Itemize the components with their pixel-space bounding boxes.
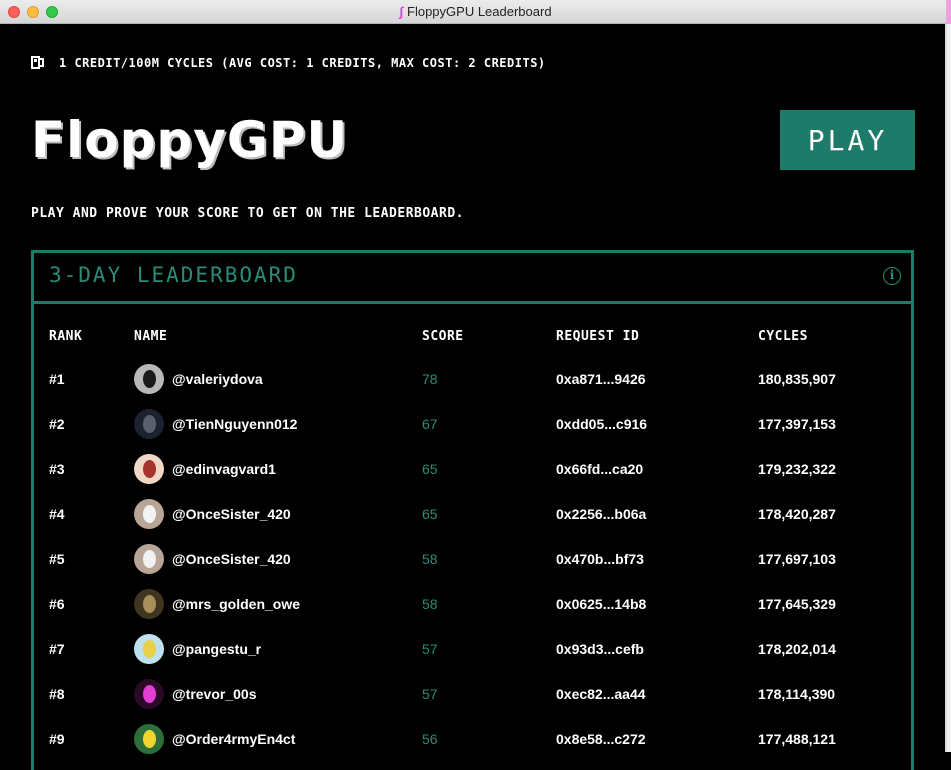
cost-text: 1 credit/100M cycles (avg cost: 1 credit… [59,55,546,70]
request-id-cell: 0x66fd...ca20 [556,461,644,477]
username-link[interactable]: @Order4rmyEn4ct [172,723,295,755]
request-id-cell: 0xdd05...c916 [556,416,648,432]
table-row[interactable]: #9 @Order4rmyEn4ct 56 0x8e58...c272 177,488,… [34,723,911,768]
avatar[interactable] [134,409,164,439]
score-cell: 58 [422,596,438,612]
score-cell: 57 [422,641,438,657]
avatar[interactable] [134,634,164,664]
request-id-cell: 0x0625...14b8 [556,596,647,612]
cycles-cell: 179,232,322 [758,461,836,477]
score-cell: 65 [422,461,438,477]
column-header-request-id: Request ID [556,329,640,344]
avatar[interactable] [134,589,164,619]
table-row[interactable]: #4 @OnceSister_420 65 0x2256...b06a 178,420,… [34,498,911,543]
app-icon: ∫ [399,4,404,19]
rank-cell: #8 [49,686,65,702]
name-cell[interactable]: @OnceSister_420 [134,498,291,530]
username-link[interactable]: @trevor_00s [172,678,256,710]
username-link[interactable]: @valeriydova [172,363,263,395]
play-button[interactable]: PLAY [780,110,915,170]
score-cell: 57 [422,686,438,702]
window-scrollbar[interactable] [945,24,951,752]
rank-cell: #5 [49,551,65,567]
username-link[interactable]: @mrs_golden_owe [172,588,300,620]
username-link[interactable]: @OnceSister_420 [172,498,291,530]
rank-cell: #1 [49,371,65,387]
column-header-score: Score [422,329,464,344]
avatar[interactable] [134,544,164,574]
leaderboard-header: 3-Day Leaderboard i [34,253,911,304]
score-cell: 67 [422,416,438,432]
rank-cell: #9 [49,731,65,747]
window-corner-accent [946,0,951,24]
username-link[interactable]: @OnceSister_420 [172,543,291,575]
name-cell[interactable]: @Order4rmyEn4ct [134,723,295,755]
request-id-cell: 0xa871...9426 [556,371,646,387]
table-row[interactable]: #7 @pangestu_r 57 0x93d3...cefb 178,202,014 [34,633,911,678]
request-id-cell: 0x8e58...c272 [556,731,646,747]
request-id-cell: 0x93d3...cefb [556,641,644,657]
score-cell: 78 [422,371,438,387]
cycles-cell: 178,202,014 [758,641,836,657]
table-row[interactable]: #3 @edinvagvard1 65 0x66fd...ca20 179,232,32… [34,453,911,498]
rank-cell: #2 [49,416,65,432]
rank-cell: #7 [49,641,65,657]
rank-cell: #4 [49,506,65,522]
window-titlebar: ∫ FloppyGPU Leaderboard [0,0,951,24]
table-row[interactable]: #8 @trevor_00s 57 0xec82...aa44 178,114,390 [34,678,911,723]
username-link[interactable]: @pangestu_r [172,633,261,665]
table-row[interactable]: #1 @valeriydova 78 0xa871...9426 180,835,907 [34,363,911,408]
leaderboard-title: 3-Day Leaderboard [49,263,298,287]
username-link[interactable]: @edinvagvard1 [172,453,276,485]
fuel-pump-icon [31,55,45,70]
cycles-cell: 177,697,103 [758,551,836,567]
name-cell[interactable]: @TienNguyenn012 [134,408,297,440]
info-icon[interactable]: i [883,267,901,285]
avatar[interactable] [134,679,164,709]
floppygpu-logo: FloppyGPU [31,111,349,169]
table-row[interactable]: #6 @mrs_golden_owe 58 0x0625...14b8 177,645,… [34,588,911,633]
leaderboard-panel: 3-Day Leaderboard i Rank Name Score Requ… [31,250,914,770]
column-header-name: Name [134,329,168,344]
column-header-rank: Rank [49,329,83,344]
cycles-cell: 177,645,329 [758,596,836,612]
name-cell[interactable]: @OnceSister_420 [134,543,291,575]
name-cell[interactable]: @valeriydova [134,363,263,395]
rank-cell: #6 [49,596,65,612]
request-id-cell: 0x2256...b06a [556,506,647,522]
score-cell: 58 [422,551,438,567]
cost-info: 1 credit/100M cycles (avg cost: 1 credit… [31,55,546,70]
name-cell[interactable]: @trevor_00s [134,678,256,710]
column-header-cycles: Cycles [758,329,808,344]
avatar[interactable] [134,364,164,394]
rank-cell: #3 [49,461,65,477]
cycles-cell: 177,488,121 [758,731,836,747]
score-cell: 56 [422,731,438,747]
cycles-cell: 180,835,907 [758,371,836,387]
window-title-text: FloppyGPU Leaderboard [407,4,552,19]
request-id-cell: 0xec82...aa44 [556,686,646,702]
tagline: Play and prove your score to get on the … [31,206,464,221]
table-row[interactable]: #5 @OnceSister_420 58 0x470b...bf73 177,697,… [34,543,911,588]
table-row[interactable]: #2 @TienNguyenn012 67 0xdd05...c916 177,397,… [34,408,911,453]
name-cell[interactable]: @mrs_golden_owe [134,588,300,620]
avatar[interactable] [134,724,164,754]
window-title: ∫ FloppyGPU Leaderboard [0,4,951,19]
request-id-cell: 0x470b...bf73 [556,551,644,567]
cycles-cell: 177,397,153 [758,416,836,432]
username-link[interactable]: @TienNguyenn012 [172,408,297,440]
avatar[interactable] [134,499,164,529]
score-cell: 65 [422,506,438,522]
cycles-cell: 178,114,390 [758,686,836,702]
cycles-cell: 178,420,287 [758,506,836,522]
avatar[interactable] [134,454,164,484]
name-cell[interactable]: @edinvagvard1 [134,453,276,485]
name-cell[interactable]: @pangestu_r [134,633,261,665]
